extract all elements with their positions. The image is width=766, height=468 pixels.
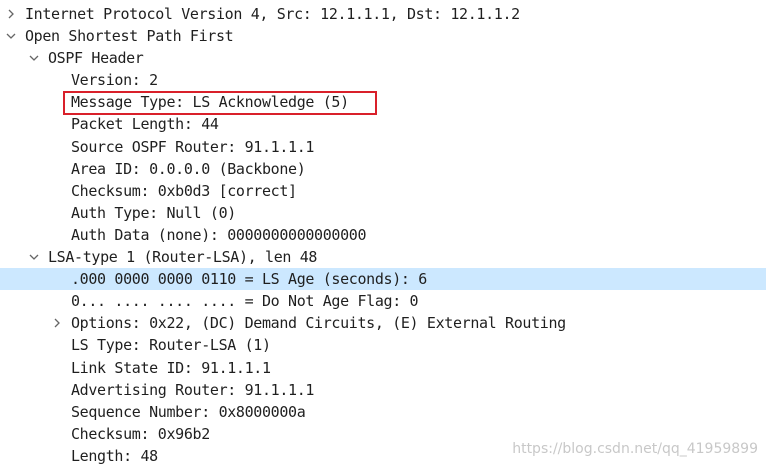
tree-row[interactable]: Area ID: 0.0.0.0 (Backbone) bbox=[0, 158, 766, 180]
tree-row-label: Auth Type: Null (0) bbox=[71, 203, 236, 222]
tree-row-label: Link State ID: 91.1.1.1 bbox=[71, 358, 271, 377]
chevron-right-icon[interactable] bbox=[50, 312, 64, 334]
tree-row-label: Area ID: 0.0.0.0 (Backbone) bbox=[71, 159, 306, 178]
chevron-down-icon[interactable] bbox=[27, 47, 41, 69]
message-type-highlight-box bbox=[63, 91, 377, 115]
tree-row[interactable]: Auth Data (none): 0000000000000000 bbox=[0, 224, 766, 246]
tree-row-label: Internet Protocol Version 4, Src: 12.1.1… bbox=[25, 5, 520, 23]
tree-row[interactable]: 0... .... .... .... = Do Not Age Flag: 0 bbox=[0, 290, 766, 312]
chevron-down-icon[interactable] bbox=[4, 25, 18, 47]
tree-row-label: Open Shortest Path First bbox=[25, 27, 234, 46]
tree-row-label: LS Type: Router-LSA (1) bbox=[71, 336, 271, 355]
tree-row-label: Advertising Router: 91.1.1.1 bbox=[71, 380, 315, 399]
tree-row-label: 0... .... .... .... = Do Not Age Flag: 0 bbox=[71, 292, 419, 311]
tree-row-label: Version: 2 bbox=[71, 71, 158, 90]
tree-row[interactable]: Version: 2 bbox=[0, 69, 766, 91]
chevron-down-icon[interactable] bbox=[27, 246, 41, 268]
watermark: https://blog.csdn.net/qq_41959899 bbox=[512, 441, 758, 457]
tree-row[interactable]: Internet Protocol Version 4, Src: 12.1.1… bbox=[0, 3, 766, 25]
tree-row[interactable]: Auth Type: Null (0) bbox=[0, 202, 766, 224]
tree-row[interactable]: Checksum: 0xb0d3 [correct] bbox=[0, 180, 766, 202]
tree-row[interactable]: Advertising Router: 91.1.1.1 bbox=[0, 379, 766, 401]
tree-row-label: Checksum: 0xb0d3 [correct] bbox=[71, 181, 297, 200]
tree-row[interactable]: Sequence Number: 0x8000000a bbox=[0, 401, 766, 423]
tree-row-label: Source OSPF Router: 91.1.1.1 bbox=[71, 137, 315, 156]
tree-row[interactable]: Options: 0x22, (DC) Demand Circuits, (E)… bbox=[0, 312, 766, 334]
tree-row-label: Length: 48 bbox=[71, 446, 158, 465]
tree-row-label: LSA-type 1 (Router-LSA), len 48 bbox=[48, 248, 318, 267]
tree-row[interactable]: Packet Length: 44 bbox=[0, 113, 766, 135]
tree-row-label: .000 0000 0000 0110 = LS Age (seconds): … bbox=[71, 270, 427, 289]
tree-row-label: Checksum: 0x96b2 bbox=[71, 424, 210, 443]
tree-row-label: Sequence Number: 0x8000000a bbox=[71, 402, 306, 421]
chevron-right-icon[interactable] bbox=[4, 3, 18, 25]
tree-row[interactable]: Source OSPF Router: 91.1.1.1 bbox=[0, 136, 766, 158]
tree-row[interactable]: Link State ID: 91.1.1.1 bbox=[0, 357, 766, 379]
tree-row-label: OSPF Header bbox=[48, 49, 144, 68]
tree-row-label: Auth Data (none): 0000000000000000 bbox=[71, 225, 367, 244]
tree-row[interactable]: LS Type: Router-LSA (1) bbox=[0, 334, 766, 356]
tree-row[interactable]: OSPF Header bbox=[0, 47, 766, 69]
packet-details-tree: Internet Protocol Version 4, Src: 12.1.1… bbox=[0, 3, 766, 467]
tree-row[interactable]: Open Shortest Path First bbox=[0, 25, 766, 47]
tree-row[interactable]: .000 0000 0000 0110 = LS Age (seconds): … bbox=[0, 268, 766, 291]
tree-row-label: Options: 0x22, (DC) Demand Circuits, (E)… bbox=[71, 314, 566, 333]
tree-row[interactable]: LSA-type 1 (Router-LSA), len 48 bbox=[0, 246, 766, 268]
tree-row-label: Packet Length: 44 bbox=[71, 115, 219, 134]
